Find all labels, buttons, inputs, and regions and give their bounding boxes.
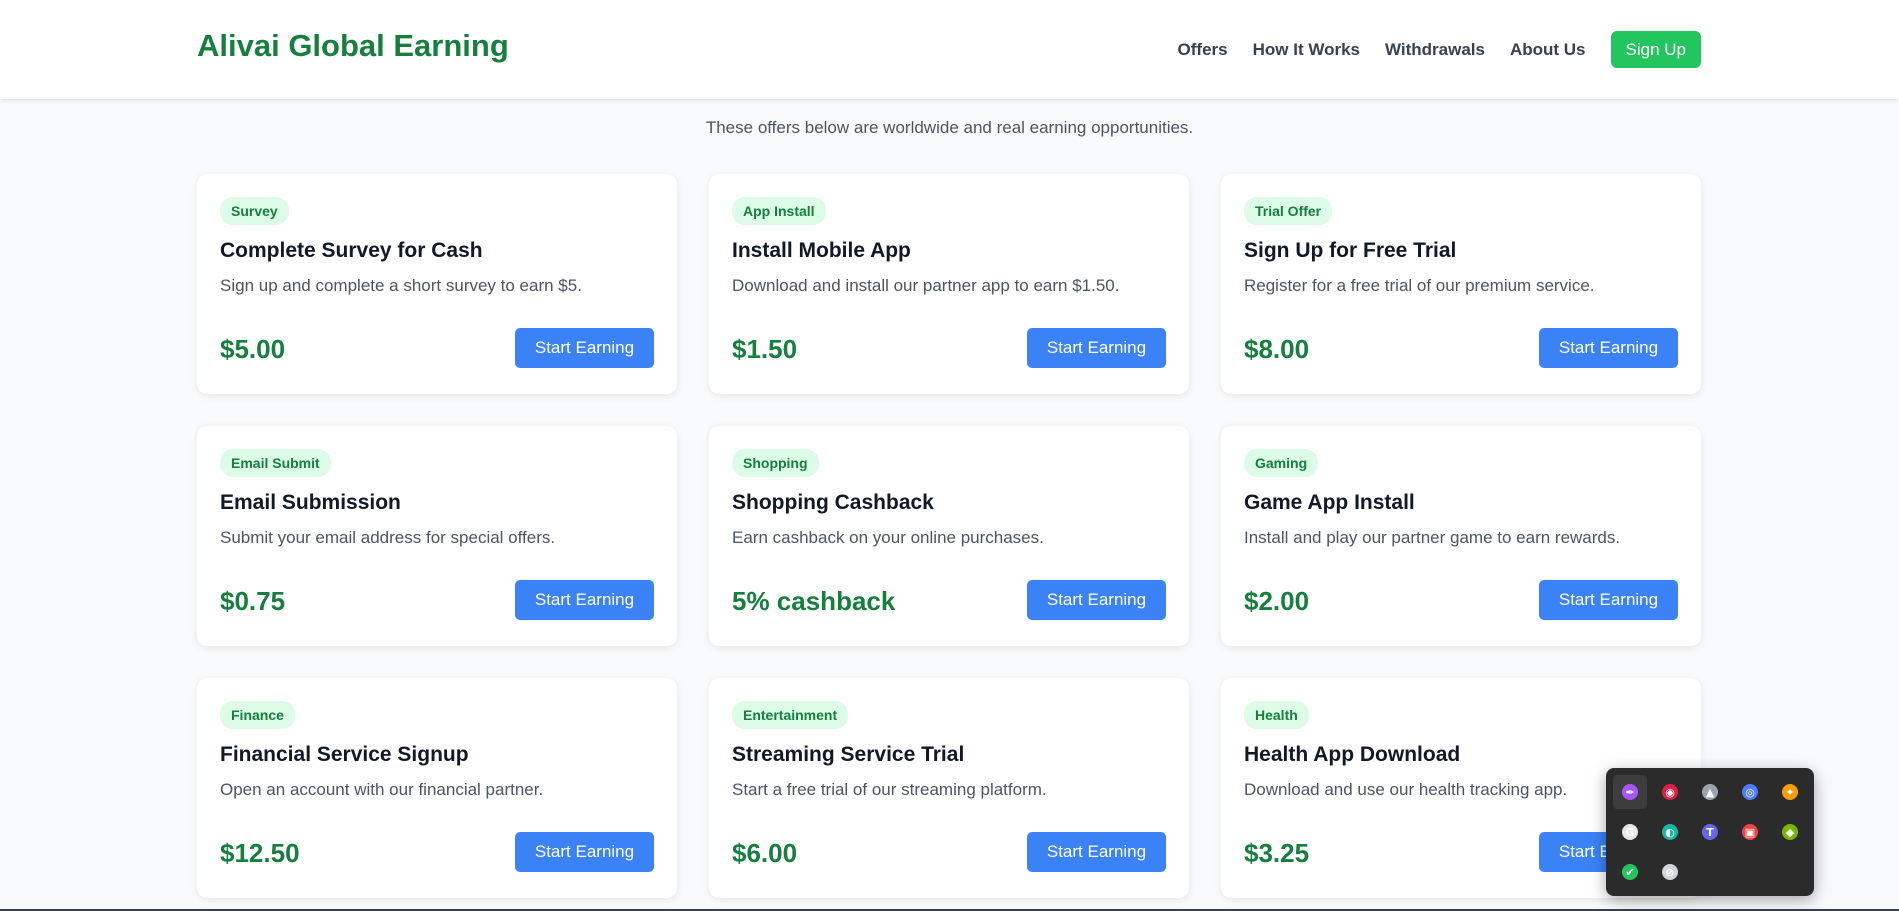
camera-off-icon-glyph: ⊘ <box>1662 864 1678 880</box>
offer-amount: 5% cashback <box>732 586 896 616</box>
offer-title: Sign Up for Free Trial <box>1244 239 1457 262</box>
feather-icon[interactable]: ✒ <box>1613 775 1647 809</box>
offer-description: Start a free trial of our streaming plat… <box>732 780 1047 799</box>
offer-amount: $2.00 <box>1244 586 1310 616</box>
offer-amount: $8.00 <box>1244 334 1310 364</box>
offer-amount: $3.25 <box>1244 838 1310 868</box>
offer-title: Game App Install <box>1244 491 1415 514</box>
offer-description: Download and install our partner app to … <box>732 276 1120 295</box>
copilot-icon-glyph: ✦ <box>1782 784 1798 800</box>
offer-description: Earn cashback on your online purchases. <box>732 528 1044 547</box>
category-badge: Entertainment <box>732 701 849 729</box>
start-earning-button[interactable]: Start Earning <box>515 328 654 368</box>
offer-title: Financial Service Signup <box>220 743 469 766</box>
offer-title: Streaming Service Trial <box>732 743 965 766</box>
intro-text: These offers below are worldwide and rea… <box>705 118 1194 137</box>
offer-card: Email Submit Email Submission Submit your … <box>197 426 677 646</box>
start-earning-button[interactable]: Start Earning <box>515 832 654 872</box>
edge-icon-glyph: ◐ <box>1662 824 1678 840</box>
offer-amount: $6.00 <box>732 838 798 868</box>
category-badge: Trial Offer <box>1244 197 1333 225</box>
offers-grid: Survey Complete Survey for Cash Sign up an… <box>197 174 1701 898</box>
offer-card: Trial Offer Sign Up for Free Trial Registe… <box>1221 174 1701 394</box>
teams-icon[interactable]: T <box>1693 815 1727 849</box>
offer-amount: $12.50 <box>220 838 300 868</box>
offer-description: Install and play our partner game to ear… <box>1244 528 1621 547</box>
start-earning-button[interactable]: Start Earning <box>515 580 654 620</box>
copilot-icon[interactable]: ✦ <box>1773 775 1807 809</box>
browser-circle-icon[interactable]: ◎ <box>1733 775 1767 809</box>
offer-card: Shopping Shopping Cashback Earn cashback o… <box>709 426 1189 646</box>
offer-description: Register for a free trial of our premium… <box>1244 276 1595 295</box>
start-earning-button[interactable]: Start Earning <box>1539 580 1678 620</box>
category-badge: Health <box>1244 701 1309 729</box>
brand-logo[interactable]: Alivai Global Earning <box>197 28 509 64</box>
offer-title: Complete Survey for Cash <box>220 239 483 262</box>
browser-circle-icon-glyph: ◎ <box>1742 784 1758 800</box>
offer-amount: $1.50 <box>732 334 798 364</box>
defender-icon[interactable]: ✔ <box>1613 855 1647 889</box>
nvidia-icon[interactable]: ◆ <box>1773 815 1807 849</box>
grammarly-icon[interactable]: G <box>1613 815 1647 849</box>
camera-off-icon[interactable]: ⊘ <box>1653 855 1687 889</box>
offer-title: Health App Download <box>1244 743 1461 766</box>
offer-card: Survey Complete Survey for Cash Sign up an… <box>197 174 677 394</box>
offer-title: Install Mobile App <box>732 239 911 262</box>
signup-button[interactable]: Sign Up <box>1610 31 1701 68</box>
offer-amount: $5.00 <box>220 334 286 364</box>
nav-link-withdrawals[interactable]: Withdrawals <box>1385 40 1485 60</box>
nav-link-how-it-works[interactable]: How It Works <box>1253 40 1360 60</box>
offer-title: Shopping Cashback <box>732 491 934 514</box>
category-badge: App Install <box>732 197 826 225</box>
teams-icon-glyph: T <box>1702 824 1718 840</box>
offer-description: Sign up and complete a short survey to e… <box>220 276 582 295</box>
nav-link-about-us[interactable]: About Us <box>1510 40 1586 60</box>
camera-app-icon[interactable]: ◉ <box>1653 775 1687 809</box>
category-badge: Finance <box>220 701 295 729</box>
offer-amount: $0.75 <box>220 586 286 616</box>
category-badge: Gaming <box>1244 449 1319 477</box>
offer-description: Open an account with our financial partn… <box>220 780 544 799</box>
photos-icon[interactable]: ▣ <box>1733 815 1767 849</box>
offer-description: Download and use our health tracking app… <box>1244 780 1568 799</box>
drive-icon-glyph: ▲ <box>1702 784 1718 800</box>
edge-icon[interactable]: ◐ <box>1653 815 1687 849</box>
site-header: Alivai Global Earning Offers How It Work… <box>0 0 1899 99</box>
defender-icon-glyph: ✔ <box>1622 864 1638 880</box>
grammarly-icon-glyph: G <box>1622 824 1638 840</box>
drive-icon[interactable]: ▲ <box>1693 775 1727 809</box>
nav-link-offers[interactable]: Offers <box>1178 40 1228 60</box>
category-badge: Survey <box>220 197 289 225</box>
system-tray-overflow: ✒ ◉ ▲ ◎ ✦ G ◐ T ▣ ◆ ✔ ⊘ <box>1606 768 1814 896</box>
start-earning-button[interactable]: Start Earning <box>1027 328 1166 368</box>
category-badge: Shopping <box>732 449 819 477</box>
offer-card: App Install Install Mobile App Download an… <box>709 174 1189 394</box>
nvidia-icon-glyph: ◆ <box>1782 824 1798 840</box>
offer-description: Submit your email address for special of… <box>220 528 556 547</box>
start-earning-button[interactable]: Start Earning <box>1027 580 1166 620</box>
offer-card: Gaming Game App Install Install and play o… <box>1221 426 1701 646</box>
offer-card: Entertainment Streaming Service Trial Star… <box>709 678 1189 898</box>
offer-title: Email Submission <box>220 491 401 514</box>
category-badge: Email Submit <box>220 449 331 477</box>
main-nav: Offers How It Works Withdrawals About Us… <box>1178 31 1701 68</box>
camera-app-icon-glyph: ◉ <box>1662 784 1678 800</box>
feather-icon-glyph: ✒ <box>1622 784 1638 800</box>
start-earning-button[interactable]: Start Earning <box>1539 328 1678 368</box>
offer-card: Finance Financial Service Signup Open an a… <box>197 678 677 898</box>
photos-icon-glyph: ▣ <box>1742 824 1758 840</box>
start-earning-button[interactable]: Start Earning <box>1027 832 1166 872</box>
